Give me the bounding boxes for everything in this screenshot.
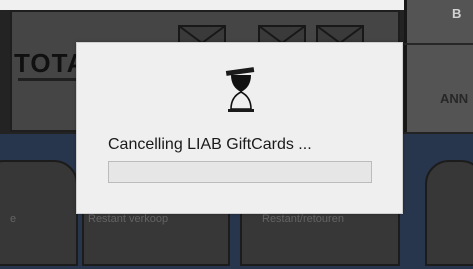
hourglass-icon	[222, 67, 260, 115]
progress-bar	[108, 161, 372, 183]
progress-dialog: Cancelling LIAB GiftCards ...	[76, 42, 403, 214]
dialog-message: Cancelling LIAB GiftCards ...	[108, 136, 312, 153]
